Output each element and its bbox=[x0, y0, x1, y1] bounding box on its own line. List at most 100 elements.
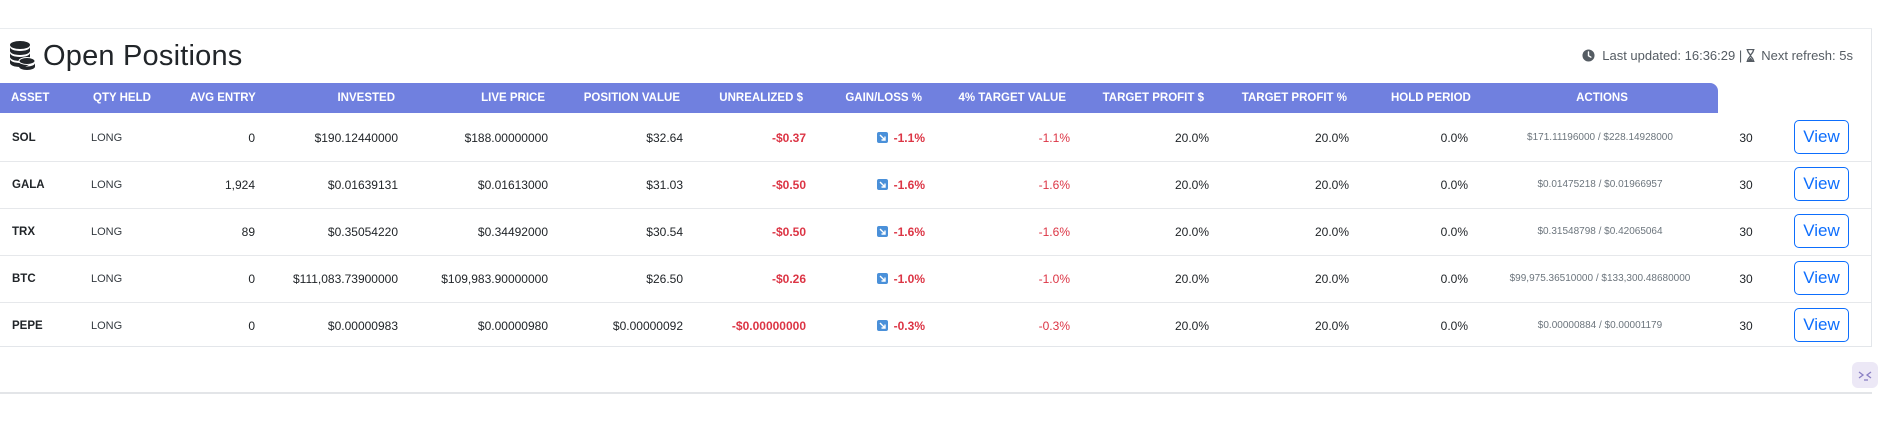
target-profit-pct: 20.0% bbox=[1314, 272, 1349, 286]
column-header-asset[interactable]: ASSET bbox=[11, 83, 71, 113]
view-button[interactable]: View bbox=[1794, 308, 1849, 342]
arrow-down-right-icon bbox=[876, 226, 888, 237]
column-header-live-price[interactable]: LIVE PRICE bbox=[445, 83, 545, 113]
view-button[interactable]: View bbox=[1794, 214, 1849, 248]
asset-symbol: BTC bbox=[12, 273, 36, 285]
position-side: LONG bbox=[91, 273, 123, 285]
target-profit-pct: 20.0% bbox=[1314, 225, 1349, 239]
last-updated-text: Last updated: 16:36:29 | bbox=[1602, 48, 1743, 63]
clock-icon bbox=[1582, 49, 1595, 62]
target-profit-pct: 20.0% bbox=[1314, 319, 1349, 333]
open-positions-card: Open Positions Last updated: 16:36:29 | … bbox=[0, 29, 1872, 347]
live-price: $109,983.90000000 bbox=[441, 272, 548, 286]
position-value: $32.64 bbox=[646, 131, 683, 145]
console-toggle-button[interactable] bbox=[1852, 362, 1878, 388]
bottom-divider bbox=[0, 392, 1872, 394]
unrealized-pnl: -$0.37 bbox=[771, 131, 806, 145]
refresh-status: Last updated: 16:36:29 | Next refresh: 5… bbox=[1582, 48, 1853, 63]
position-side: LONG bbox=[91, 320, 123, 332]
unrealized-pnl: -$0.50 bbox=[771, 225, 806, 239]
asset-symbol: SOL bbox=[12, 132, 36, 144]
target-value-pct: -0.3% bbox=[1038, 319, 1070, 333]
hold-days: 30 bbox=[1739, 319, 1753, 333]
target-profit-usd: 20.0% bbox=[1174, 272, 1209, 286]
column-header-actions: ACTIONS bbox=[1576, 92, 1628, 104]
unrealized-pnl: -$0.26 bbox=[771, 272, 806, 286]
position-value: $30.54 bbox=[646, 225, 683, 239]
card-header: Open Positions Last updated: 16:36:29 | … bbox=[0, 29, 1871, 83]
position-value: $26.50 bbox=[646, 272, 683, 286]
target-range: $171.11196000 / $228.14928000 bbox=[1527, 132, 1673, 143]
live-price: $0.34492000 bbox=[477, 225, 548, 239]
live-price: $0.01613000 bbox=[477, 178, 548, 192]
target-profit-usd: 20.0% bbox=[1174, 131, 1209, 145]
target-profit-usd: 20.0% bbox=[1174, 225, 1209, 239]
column-header-target-profit-usd[interactable]: TARGET PROFIT $ bbox=[1084, 83, 1204, 113]
asset-symbol: PEPE bbox=[12, 320, 43, 332]
column-header-gain-loss[interactable]: GAIN/LOSS % bbox=[822, 83, 922, 113]
hold-period-pct: 0.0% bbox=[1440, 319, 1468, 333]
hold-period-pct: 0.0% bbox=[1440, 131, 1468, 145]
target-value-pct: -1.0% bbox=[1038, 272, 1070, 286]
column-header-invested[interactable]: INVESTED bbox=[295, 83, 395, 113]
column-header-avg-entry[interactable]: AVG ENTRY bbox=[190, 83, 270, 113]
gain-loss-pct: -1.6% bbox=[893, 178, 925, 192]
next-refresh-text: Next refresh: 5s bbox=[1761, 48, 1853, 63]
target-profit-usd: 20.0% bbox=[1174, 319, 1209, 333]
position-side: LONG bbox=[91, 179, 123, 191]
title-group: Open Positions bbox=[8, 38, 242, 74]
column-header-4pct-target-value[interactable]: 4% TARGET VALUE bbox=[946, 83, 1066, 113]
target-profit-usd: 20.0% bbox=[1174, 178, 1209, 192]
gain-loss-pct: -1.1% bbox=[893, 131, 925, 145]
hold-days: 30 bbox=[1739, 131, 1753, 145]
avg-entry: $0.00000983 bbox=[327, 319, 398, 333]
column-header-position-value[interactable]: POSITION VALUE bbox=[560, 83, 680, 113]
qty-held: 1,924 bbox=[224, 178, 255, 192]
unrealized-pnl: -$0.00000000 bbox=[731, 319, 806, 333]
hold-days: 30 bbox=[1739, 225, 1753, 239]
hold-days: 30 bbox=[1739, 178, 1753, 192]
table-row: PEPE LONG 0 $0.00000983 $0.00000980 $0.0… bbox=[0, 303, 1871, 349]
column-header-target-profit-pct[interactable]: TARGET PROFIT % bbox=[1227, 83, 1347, 113]
arrow-down-right-icon bbox=[876, 179, 888, 190]
target-range: $0.31548798 / $0.42065064 bbox=[1537, 226, 1663, 237]
qty-held: 89 bbox=[241, 225, 255, 239]
target-range: $99,975.36510000 / $133,300.48680000 bbox=[1509, 273, 1691, 284]
unrealized-pnl: -$0.50 bbox=[771, 178, 806, 192]
table-header: ASSET QTY HELD AVG ENTRY INVESTED LIVE P… bbox=[0, 83, 1718, 113]
qty-held: 0 bbox=[248, 131, 255, 145]
avg-entry: $0.35054220 bbox=[327, 225, 398, 239]
gain-loss-cell: -1.0% bbox=[815, 256, 925, 302]
position-side: LONG bbox=[91, 132, 123, 144]
target-range: $0.00000884 / $0.00001179 bbox=[1537, 320, 1663, 331]
column-header-hold-period[interactable]: HOLD PERIOD bbox=[1391, 83, 1491, 113]
gain-loss-cell: -1.6% bbox=[815, 162, 925, 208]
gain-loss-cell: -1.1% bbox=[815, 115, 925, 161]
position-side: LONG bbox=[91, 226, 123, 238]
target-profit-pct: 20.0% bbox=[1314, 131, 1349, 145]
avg-entry: $190.12440000 bbox=[314, 131, 398, 145]
hold-period-pct: 0.0% bbox=[1440, 225, 1468, 239]
gain-loss-pct: -1.6% bbox=[893, 225, 925, 239]
position-value: $0.00000092 bbox=[612, 319, 683, 333]
target-value-pct: -1.6% bbox=[1038, 225, 1070, 239]
arrow-down-right-icon bbox=[876, 320, 888, 331]
table-row: SOL LONG 0 $190.12440000 $188.00000000 $… bbox=[0, 115, 1871, 162]
arrow-down-right-icon bbox=[876, 132, 888, 143]
arrow-down-right-icon bbox=[876, 273, 888, 284]
target-value-pct: -1.1% bbox=[1038, 131, 1070, 145]
gain-loss-cell: -0.3% bbox=[815, 303, 925, 349]
view-button[interactable]: View bbox=[1794, 120, 1849, 154]
target-profit-pct: 20.0% bbox=[1314, 178, 1349, 192]
column-header-unrealized[interactable]: UNREALIZED $ bbox=[703, 83, 803, 113]
table-row: BTC LONG 0 $111,083.73900000 $109,983.90… bbox=[0, 256, 1871, 303]
live-price: $188.00000000 bbox=[464, 131, 548, 145]
hold-period-pct: 0.0% bbox=[1440, 272, 1468, 286]
live-price: $0.00000980 bbox=[477, 319, 548, 333]
avg-entry: $111,083.73900000 bbox=[293, 272, 398, 286]
hourglass-icon bbox=[1746, 49, 1755, 62]
column-header-qty-held[interactable]: QTY HELD bbox=[93, 83, 173, 113]
table-row: GALA LONG 1,924 $0.01639131 $0.01613000 … bbox=[0, 162, 1871, 209]
view-button[interactable]: View bbox=[1794, 167, 1849, 201]
view-button[interactable]: View bbox=[1794, 261, 1849, 295]
